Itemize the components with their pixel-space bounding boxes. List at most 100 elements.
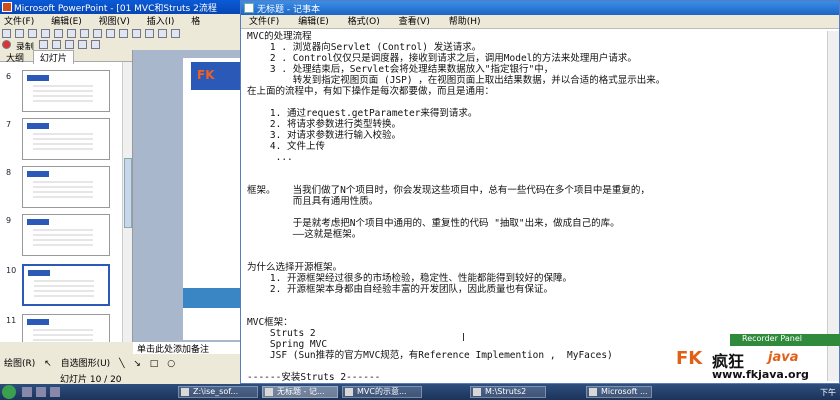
slide-number: 6 [6, 72, 12, 81]
notepad-line [247, 306, 823, 317]
pane-tabs: 大纲 幻灯片 [0, 50, 132, 64]
notepad-line: 2. 将请求参数进行类型转换。 [247, 119, 402, 130]
notepad-line: 转发到指定视图页面 (JSP) ，在视图页面上取出结果数据，并以合适的格式显示出… [247, 75, 666, 86]
watermark-url: www.fkjava.org [712, 368, 809, 381]
cut-icon[interactable] [80, 29, 89, 38]
mouse-text-cursor [463, 333, 464, 341]
powerpoint-app-icon [2, 2, 12, 12]
notepad-line [247, 97, 823, 108]
copy-icon[interactable] [93, 29, 102, 38]
preview-icon[interactable] [54, 29, 63, 38]
slide-thumb-7[interactable]: 7 [0, 118, 122, 162]
watermark-java: java [768, 350, 799, 365]
table-icon[interactable] [145, 29, 154, 38]
ppt-menu-view[interactable]: 视图(V) [99, 17, 130, 27]
powerpoint-menu-bar: 文件(F) 编辑(E) 视图(V) 插入(I) 格 [0, 14, 240, 28]
ppt-menu-format[interactable]: 格 [191, 17, 200, 27]
arrow-icon[interactable]: ↘ [133, 359, 141, 369]
np-menu-edit[interactable]: 编辑(E) [298, 17, 329, 27]
slide-thumb-11[interactable]: 11 [0, 314, 122, 342]
start-button[interactable] [2, 385, 16, 399]
slide-thumbnail-pane: 大纲 幻灯片 6 7 8 9 10 11 [0, 50, 133, 342]
taskbar: 无标题 - 记... Z:\ise_sof... MVC的示意... M:\St… [0, 384, 840, 400]
ppt-menu-edit[interactable]: 编辑(E) [51, 17, 82, 27]
slide-thumb-9[interactable]: 9 [0, 214, 122, 258]
notepad-title-bar[interactable]: 无标题 - 记事本 [241, 1, 839, 15]
current-slide[interactable]: FK [183, 58, 243, 340]
slide-thumbnail [22, 264, 110, 306]
slide-logo-text: FK [197, 68, 215, 82]
np-menu-view[interactable]: 查看(V) [399, 17, 430, 27]
ppt-menu-file[interactable]: 文件(F) [4, 17, 34, 27]
rectangle-icon[interactable]: □ [150, 359, 159, 369]
align-icon[interactable] [90, 40, 100, 49]
notepad-menu-bar: 文件(F) 编辑(E) 格式(O) 查看(V) 帮助(H) [241, 15, 839, 29]
task-explorer-1[interactable]: Z:\ise_sof... [178, 386, 258, 398]
font-icon[interactable] [38, 40, 48, 49]
tab-outline[interactable]: 大纲 [0, 51, 30, 64]
task-struts2-folder[interactable]: M:\Struts2 [470, 386, 546, 398]
notepad-scrollbar[interactable] [827, 31, 839, 381]
bold-icon[interactable] [51, 40, 61, 49]
notepad-line: MVC的处理流程 [247, 31, 312, 42]
slide-thumb-6[interactable]: 6 [0, 70, 122, 114]
open-icon[interactable] [15, 29, 24, 38]
watermark-fk: FK [676, 348, 703, 369]
quicklaunch-icon[interactable] [50, 387, 60, 397]
slide-number: 10 [6, 266, 17, 275]
notepad-line: ... [247, 152, 293, 163]
notepad-line [247, 295, 823, 306]
notepad-line [247, 163, 823, 174]
task-mvc-diagram[interactable]: MVC的示意... [342, 386, 422, 398]
np-menu-file[interactable]: 文件(F) [249, 17, 279, 27]
undo-icon[interactable] [119, 29, 128, 38]
slide-thumb-8[interactable]: 8 [0, 166, 122, 210]
slide-thumbnail [22, 214, 110, 256]
quicklaunch-icon[interactable] [36, 387, 46, 397]
notepad-line: 而且具有通用性质。 [247, 196, 379, 207]
notepad-line: 2. 开源框架本身都由自经验丰富的开发团队，因此质量也有保证。 [247, 284, 554, 295]
notepad-line: 1. 开源框架经过很多的市场检验，稳定性、性能都能得到较好的保障。 [247, 273, 573, 284]
redo-icon[interactable] [132, 29, 141, 38]
draw-menu[interactable]: 绘图(R) [4, 359, 35, 369]
slide-thumbnail [22, 166, 110, 208]
line-icon[interactable]: ╲ [119, 359, 124, 369]
notepad-line [247, 240, 823, 251]
slide-thumbnail [22, 118, 110, 160]
save-icon[interactable] [28, 29, 37, 38]
pane-scrollbar[interactable] [122, 62, 132, 342]
tray-clock[interactable]: 下午 [820, 387, 836, 398]
zoom-icon[interactable] [171, 29, 180, 38]
task-powerpoint[interactable]: Microsoft ... [586, 386, 652, 398]
notepad-line: MVC框架： [247, 317, 293, 328]
task-notepad[interactable]: 无标题 - 记... [262, 386, 338, 398]
np-menu-help[interactable]: 帮助(H) [449, 17, 481, 27]
ppt-menu-insert[interactable]: 插入(I) [147, 17, 175, 27]
chart-icon[interactable] [158, 29, 167, 38]
slide-logo: FK [191, 62, 243, 90]
notepad-line: 框架。 当我们做了N个项目时，你会发现这些项目中，总有一些代码在多个项目中是重复… [247, 185, 650, 196]
spell-icon[interactable] [67, 29, 76, 38]
print-icon[interactable] [41, 29, 50, 38]
quicklaunch-icon[interactable] [22, 387, 32, 397]
paste-icon[interactable] [106, 29, 115, 38]
notepad-line: 2 . Control仅仅只是调度器，接收到请求之后，调用Model的方法来处理… [247, 53, 637, 64]
notepad-text-area[interactable]: MVC的处理流程 1 . 浏览器向Servlet (Control) 发送请求。… [243, 31, 827, 381]
slide-thumb-10[interactable]: 10 [0, 264, 122, 308]
tab-slides[interactable]: 幻灯片 [32, 50, 74, 64]
pane-scroll-thumb[interactable] [124, 158, 132, 228]
notepad-line: 1. 通过request.getParameter来得到请求。 [247, 108, 478, 119]
new-icon[interactable] [2, 29, 11, 38]
slide-number: 11 [6, 316, 17, 325]
slide-number: 8 [6, 168, 12, 177]
select-arrow-icon[interactable]: ↖ [44, 359, 52, 369]
notes-placeholder[interactable]: 单击此处添加备注 [133, 342, 243, 355]
autoshape-menu[interactable]: 自选图形(U) [61, 359, 111, 369]
underline-icon[interactable] [77, 40, 87, 49]
italic-icon[interactable] [64, 40, 74, 49]
notepad-line: 于是就考虑把N个项目中通用的、重复性的代码 "抽取"出来，做成自己的库。 [247, 218, 620, 229]
record-icon[interactable] [2, 40, 11, 49]
oval-icon[interactable]: ○ [167, 359, 175, 369]
notepad-app-icon [244, 3, 254, 13]
np-menu-format[interactable]: 格式(O) [348, 17, 380, 27]
